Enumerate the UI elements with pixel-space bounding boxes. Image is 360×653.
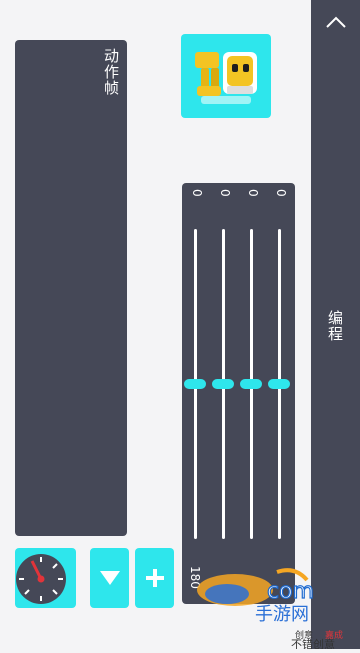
- servo-value-1: 0: [190, 189, 204, 197]
- robot-icon: [195, 52, 257, 104]
- servo-value-2: 0: [218, 189, 232, 197]
- watermark-text-4: 不错创意: [291, 637, 335, 649]
- speedometer-icon: [16, 554, 66, 604]
- move-down-button[interactable]: [90, 548, 129, 608]
- collapse-button[interactable]: [311, 0, 360, 44]
- servo-value-3: 0: [246, 189, 260, 197]
- servo-thumb-3[interactable]: [240, 379, 262, 389]
- action-frames-title: 动作帧: [102, 48, 120, 96]
- action-frames-panel[interactable]: 动作帧: [15, 40, 127, 536]
- servo-slider-panel: 0 0 0 0 180: [182, 183, 295, 604]
- chevron-up-icon: [325, 16, 346, 28]
- servo-thumb-1[interactable]: [184, 379, 206, 389]
- programming-label: 编程: [326, 310, 344, 342]
- plus-icon: [145, 569, 164, 587]
- servo-thumb-2[interactable]: [212, 379, 234, 389]
- speed-dial-button[interactable]: [15, 548, 76, 608]
- programming-sidebar[interactable]: 编程: [311, 0, 360, 649]
- add-frame-button[interactable]: [135, 548, 174, 608]
- robot-model-button[interactable]: [181, 34, 271, 118]
- servo-thumb-4[interactable]: [268, 379, 290, 389]
- triangle-down-icon: [99, 571, 120, 585]
- servo-value-4: 0: [274, 189, 288, 197]
- watermark-text-1: 手游网: [255, 604, 309, 625]
- watermark-brand: com: [267, 579, 314, 604]
- watermark-logo: com 手游网 创意 嘉成 不错创意: [195, 568, 360, 651]
